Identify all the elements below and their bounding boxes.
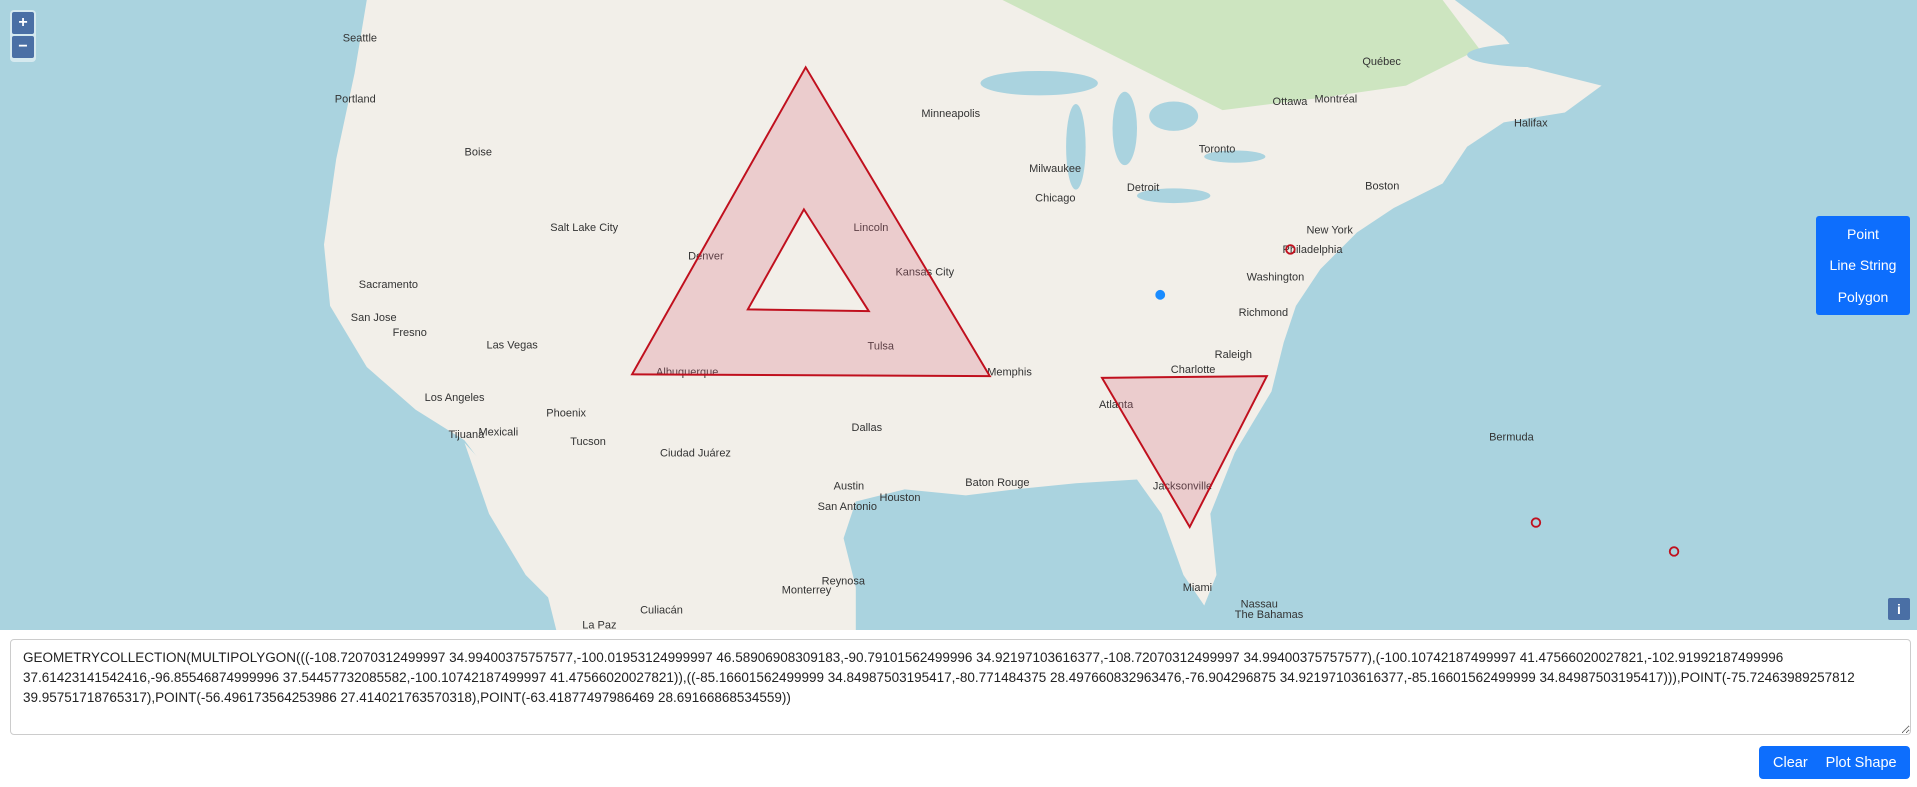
polygon-button[interactable]: Polygon (1816, 289, 1910, 305)
city-label: Ottawa (1273, 96, 1309, 108)
city-label: Phoenix (546, 407, 586, 419)
city-label: Québec (1362, 56, 1401, 68)
city-label: Portland (335, 93, 376, 105)
city-label: Miami (1183, 582, 1212, 594)
clear-button[interactable]: Clear (1773, 755, 1808, 771)
city-label: Houston (880, 492, 921, 504)
city-label: Austin (834, 480, 865, 492)
plotted-point[interactable] (1668, 546, 1680, 557)
city-label: Minneapolis (921, 108, 980, 120)
city-label: Los Angeles (425, 392, 485, 404)
city-label: Las Vegas (486, 339, 538, 351)
city-label: Fresno (393, 327, 427, 339)
plot-shape-button[interactable]: Plot Shape (1826, 755, 1897, 771)
city-label: Ciudad Juárez (660, 448, 731, 460)
point-button[interactable]: Point (1816, 226, 1910, 242)
city-label: Salt Lake City (550, 222, 618, 234)
city-label: Baton Rouge (965, 477, 1029, 489)
city-label: Culiacán (640, 604, 683, 616)
city-label: Raleigh (1215, 349, 1252, 361)
location-marker[interactable] (1155, 289, 1166, 300)
zoom-control: + − (10, 10, 36, 62)
city-label: Richmond (1239, 307, 1289, 319)
draw-controls: Point Line String Polygon (1816, 216, 1910, 315)
city-label: Charlotte (1171, 364, 1216, 376)
water-label-bermuda: Bermuda (1489, 431, 1535, 443)
city-label: Chicago (1035, 193, 1075, 205)
water-label-bahamas: The Bahamas (1235, 609, 1304, 621)
city-label: La Paz (582, 620, 616, 630)
city-label: Tucson (570, 436, 606, 448)
city-label: Halifax (1514, 117, 1548, 129)
city-label: Seattle (343, 32, 377, 44)
city-label: New York (1306, 225, 1353, 237)
city-label: Washington (1247, 271, 1305, 283)
city-label: Sacramento (359, 279, 418, 291)
city-label: Dallas (852, 422, 883, 434)
city-label: Boston (1365, 180, 1399, 192)
city-label: Mexicali (478, 427, 518, 439)
city-label: San Antonio (818, 501, 877, 513)
zoom-in-button[interactable]: + (12, 12, 34, 34)
city-label: Boise (465, 147, 493, 159)
map[interactable]: Seattle Portland Boise Sacramento San Jose Fr… (0, 0, 1917, 630)
zoom-out-button[interactable]: − (12, 36, 34, 58)
linestring-button[interactable]: Line String (1816, 257, 1910, 273)
info-button[interactable]: i (1888, 598, 1910, 620)
action-buttons: Clear Plot Shape (1759, 746, 1910, 779)
city-label: Milwaukee (1029, 163, 1081, 175)
wkt-input[interactable]: GEOMETRYCOLLECTION(MULTIPOLYGON(((-108.7… (10, 639, 1911, 735)
city-label: Reynosa (822, 576, 866, 588)
city-label: Detroit (1127, 182, 1159, 194)
city-label: San Jose (351, 312, 397, 324)
city-label: Toronto (1199, 144, 1236, 156)
map-canvas[interactable]: Seattle Portland Boise Sacramento San Jose Fr… (0, 0, 1917, 630)
plotted-point[interactable] (1530, 517, 1542, 528)
city-label: Memphis (987, 366, 1032, 378)
city-label: Montréal (1314, 93, 1357, 105)
